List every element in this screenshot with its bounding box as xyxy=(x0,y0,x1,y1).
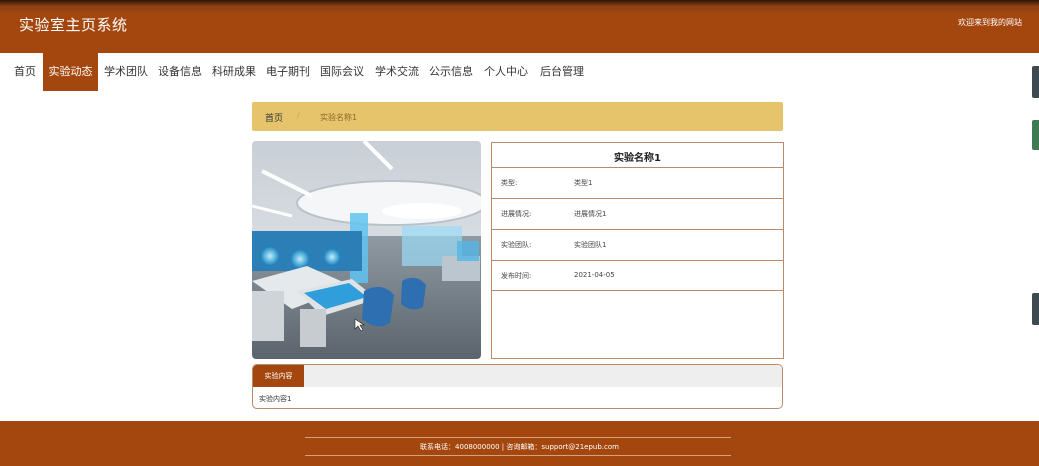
footer-divider-bottom xyxy=(305,455,731,456)
nav-item-research-results[interactable]: 科研成果 xyxy=(212,53,256,91)
breadcrumb-home-link[interactable]: 首页 xyxy=(265,111,283,124)
nav-item-home[interactable]: 首页 xyxy=(14,53,36,91)
content-panel: 实验内容 实验内容1 xyxy=(252,364,783,409)
nav-item-academic-exchange[interactable]: 学术交流 xyxy=(375,53,419,91)
breadcrumb-current: 实验名称1 xyxy=(320,113,358,122)
detail-panel: 实验名称1 类型: 类型1 进展情况: 进展情况1 实验团队: 实验团队1 发布… xyxy=(491,142,784,359)
main-nav: 首页 实验动态 学术团队 设备信息 科研成果 电子期刊 国际会议 学术交流 公示… xyxy=(0,53,1039,91)
detail-value: 进展情况1 xyxy=(574,210,607,218)
site-title: 实验室主页系统 xyxy=(19,16,128,34)
site-header: 实验室主页系统 欢迎来到我的网站 xyxy=(0,0,1039,53)
nav-item-academic-team[interactable]: 学术团队 xyxy=(104,53,148,91)
detail-title: 实验名称1 xyxy=(614,153,661,164)
detail-value: 类型1 xyxy=(574,179,593,187)
welcome-text: 欢迎来到我的网站 xyxy=(958,18,1022,27)
detail-row-progress: 进展情况: 进展情况1 xyxy=(492,198,783,229)
breadcrumb-separator: / xyxy=(297,111,301,121)
detail-label: 实验团队: xyxy=(501,241,532,249)
breadcrumb: 首页 / 实验名称1 xyxy=(252,102,783,131)
detail-value: 实验团队1 xyxy=(574,241,607,249)
detail-row-type: 类型: 类型1 xyxy=(492,167,783,198)
detail-divider xyxy=(492,290,783,291)
site-footer: 联系电话：4008000000 | 咨询邮箱：support@21epub.co… xyxy=(0,421,1039,466)
nav-item-e-journal[interactable]: 电子期刊 xyxy=(266,53,310,91)
footer-divider-top xyxy=(305,437,731,438)
tab-experiment-content[interactable]: 实验内容 xyxy=(253,365,304,387)
nav-item-admin[interactable]: 后台管理 xyxy=(540,53,584,91)
detail-row-team: 实验团队: 实验团队1 xyxy=(492,229,783,260)
detail-label: 发布时间: xyxy=(501,272,532,280)
nav-item-equipment-info[interactable]: 设备信息 xyxy=(158,53,202,91)
detail-label: 类型: xyxy=(501,179,518,187)
nav-item-personal-center[interactable]: 个人中心 xyxy=(484,53,528,91)
footer-contact: 联系电话：4008000000 | 咨询邮箱：support@21epub.co… xyxy=(420,443,619,451)
detail-label: 进展情况: xyxy=(501,210,532,218)
nav-item-intl-conference[interactable]: 国际会议 xyxy=(320,53,364,91)
nav-item-experiment-news[interactable]: 实验动态 xyxy=(43,53,98,91)
nav-item-public-notice[interactable]: 公示信息 xyxy=(429,53,473,91)
side-scroll-handle[interactable] xyxy=(1032,293,1039,325)
content-tab-bar: 实验内容 xyxy=(253,365,782,387)
content-text: 实验内容1 xyxy=(259,395,292,403)
side-scroll-handle[interactable] xyxy=(1032,66,1039,98)
experiment-photo xyxy=(252,141,481,359)
detail-value: 2021-04-05 xyxy=(574,271,615,279)
side-scroll-handle[interactable] xyxy=(1032,120,1039,150)
detail-row-publish-time: 发布时间: 2021-04-05 xyxy=(492,260,783,291)
